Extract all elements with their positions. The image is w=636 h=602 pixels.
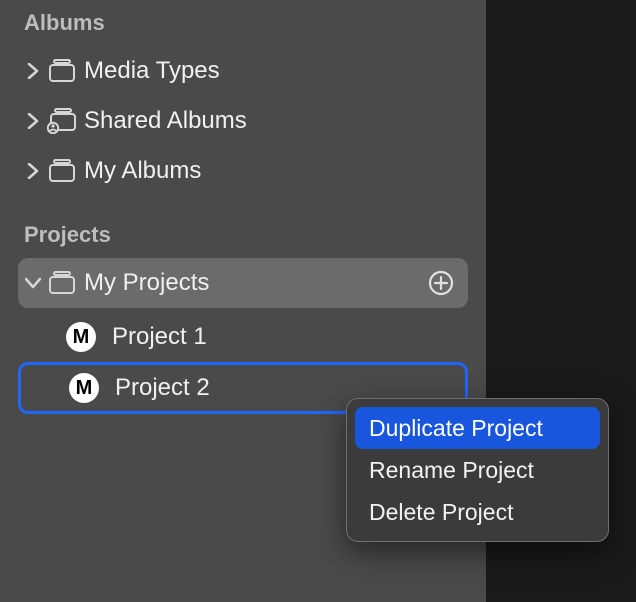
- chevron-right-icon[interactable]: [24, 63, 42, 79]
- project-badge-icon: M: [66, 322, 96, 352]
- sidebar-item-label: Media Types: [82, 57, 486, 85]
- chevron-down-icon[interactable]: [24, 277, 42, 289]
- project-badge-icon: M: [69, 373, 99, 403]
- shared-album-icon: [42, 108, 82, 134]
- sidebar-item-media-types[interactable]: Media Types: [0, 46, 486, 96]
- albums-section-header: Albums: [0, 4, 486, 46]
- sidebar-item-my-albums[interactable]: My Albums: [0, 146, 486, 196]
- sidebar-item-label: Project 1: [110, 323, 486, 351]
- menu-item-label: Rename Project: [369, 457, 534, 484]
- context-menu: Duplicate Project Rename Project Delete …: [346, 398, 609, 542]
- sidebar-item-label: My Projects: [82, 269, 468, 297]
- sidebar-item-label: Shared Albums: [82, 107, 486, 135]
- album-stack-icon: [42, 59, 82, 83]
- album-stack-icon: [42, 271, 82, 295]
- chevron-right-icon[interactable]: [24, 163, 42, 179]
- menu-item-duplicate-project[interactable]: Duplicate Project: [355, 407, 600, 449]
- add-project-icon[interactable]: [428, 270, 454, 296]
- album-stack-icon: [42, 159, 82, 183]
- sidebar-item-shared-albums[interactable]: Shared Albums: [0, 96, 486, 146]
- menu-item-delete-project[interactable]: Delete Project: [355, 491, 600, 533]
- chevron-right-icon[interactable]: [24, 113, 42, 129]
- menu-item-label: Duplicate Project: [369, 415, 543, 442]
- menu-item-rename-project[interactable]: Rename Project: [355, 449, 600, 491]
- sidebar-item-my-projects[interactable]: My Projects: [18, 258, 468, 308]
- menu-item-label: Delete Project: [369, 499, 513, 526]
- sidebar-item-label: My Albums: [82, 157, 486, 185]
- projects-section-header: Projects: [0, 216, 486, 258]
- sidebar-item-project-1[interactable]: M Project 1: [0, 312, 486, 362]
